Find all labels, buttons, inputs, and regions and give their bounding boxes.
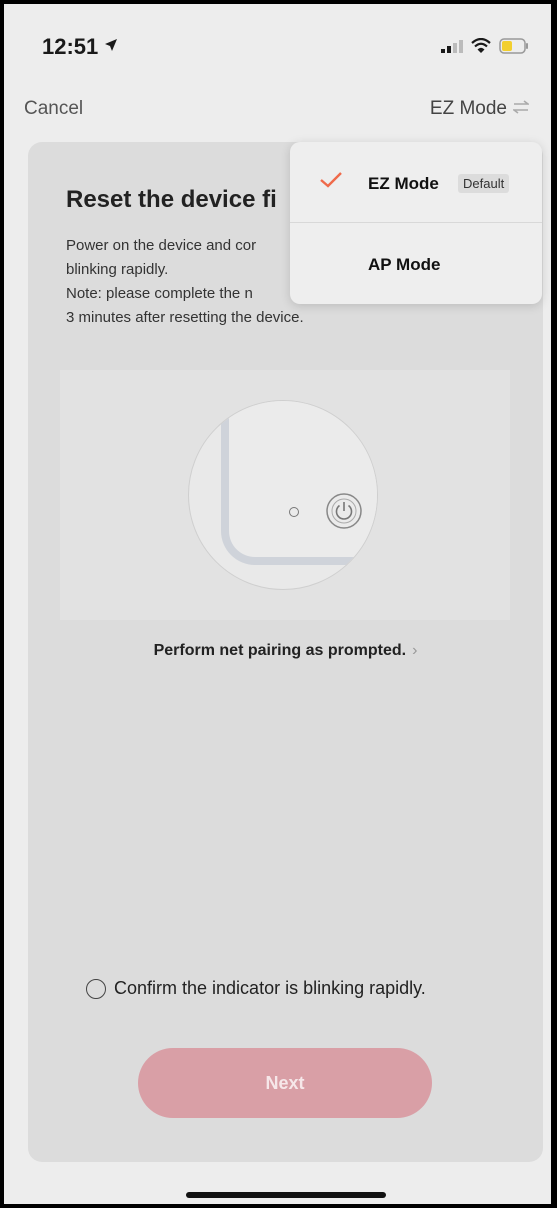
device-zoom-circle bbox=[188, 400, 378, 590]
location-arrow-icon bbox=[104, 38, 118, 57]
device-illustration bbox=[60, 370, 510, 620]
menu-item-label: EZ Mode bbox=[368, 174, 439, 193]
swap-arrows-icon bbox=[511, 98, 531, 120]
device-corner bbox=[221, 401, 377, 565]
cancel-button[interactable]: Cancel bbox=[24, 98, 83, 120]
menu-item-ap-mode[interactable]: AP Mode bbox=[290, 223, 542, 303]
indicator-light-icon bbox=[289, 507, 299, 517]
mode-switch-button[interactable]: EZ Mode bbox=[429, 98, 531, 120]
default-badge: Default bbox=[458, 174, 510, 193]
mode-switch-label: EZ Mode bbox=[429, 98, 507, 119]
cellular-signal-icon bbox=[441, 39, 463, 58]
next-button[interactable]: Next bbox=[138, 1048, 432, 1118]
instruction-line-4: 3 minutes after resetting the device. bbox=[66, 309, 304, 326]
status-time: 12:51 bbox=[42, 34, 99, 59]
status-bar: 12:51 bbox=[4, 4, 551, 84]
power-button-icon bbox=[325, 492, 363, 535]
net-pairing-label: Perform net pairing as prompted. bbox=[153, 642, 407, 659]
confirm-checkbox-row[interactable]: Confirm the indicator is blinking rapidl… bbox=[86, 978, 426, 999]
page-title: Reset the device fi bbox=[66, 186, 277, 213]
net-pairing-link[interactable]: Perform net pairing as prompted. › bbox=[28, 642, 543, 660]
battery-icon bbox=[499, 38, 529, 59]
home-indicator[interactable] bbox=[186, 1192, 386, 1198]
checkmark-icon bbox=[320, 172, 342, 193]
menu-item-ez-mode[interactable]: EZ Mode Default bbox=[290, 142, 542, 223]
wifi-icon bbox=[470, 37, 492, 59]
app-screen: 12:51 Cancel EZ Mode Reset the device fi… bbox=[4, 4, 551, 1204]
mode-dropdown-menu: EZ Mode Default AP Mode bbox=[290, 142, 542, 304]
confirm-radio[interactable] bbox=[86, 978, 106, 999]
chevron-right-icon: › bbox=[412, 642, 418, 659]
menu-item-label: AP Mode bbox=[368, 255, 441, 274]
nav-bar: Cancel EZ Mode bbox=[4, 92, 551, 132]
confirm-label: Confirm the indicator is blinking rapidl… bbox=[114, 978, 426, 998]
